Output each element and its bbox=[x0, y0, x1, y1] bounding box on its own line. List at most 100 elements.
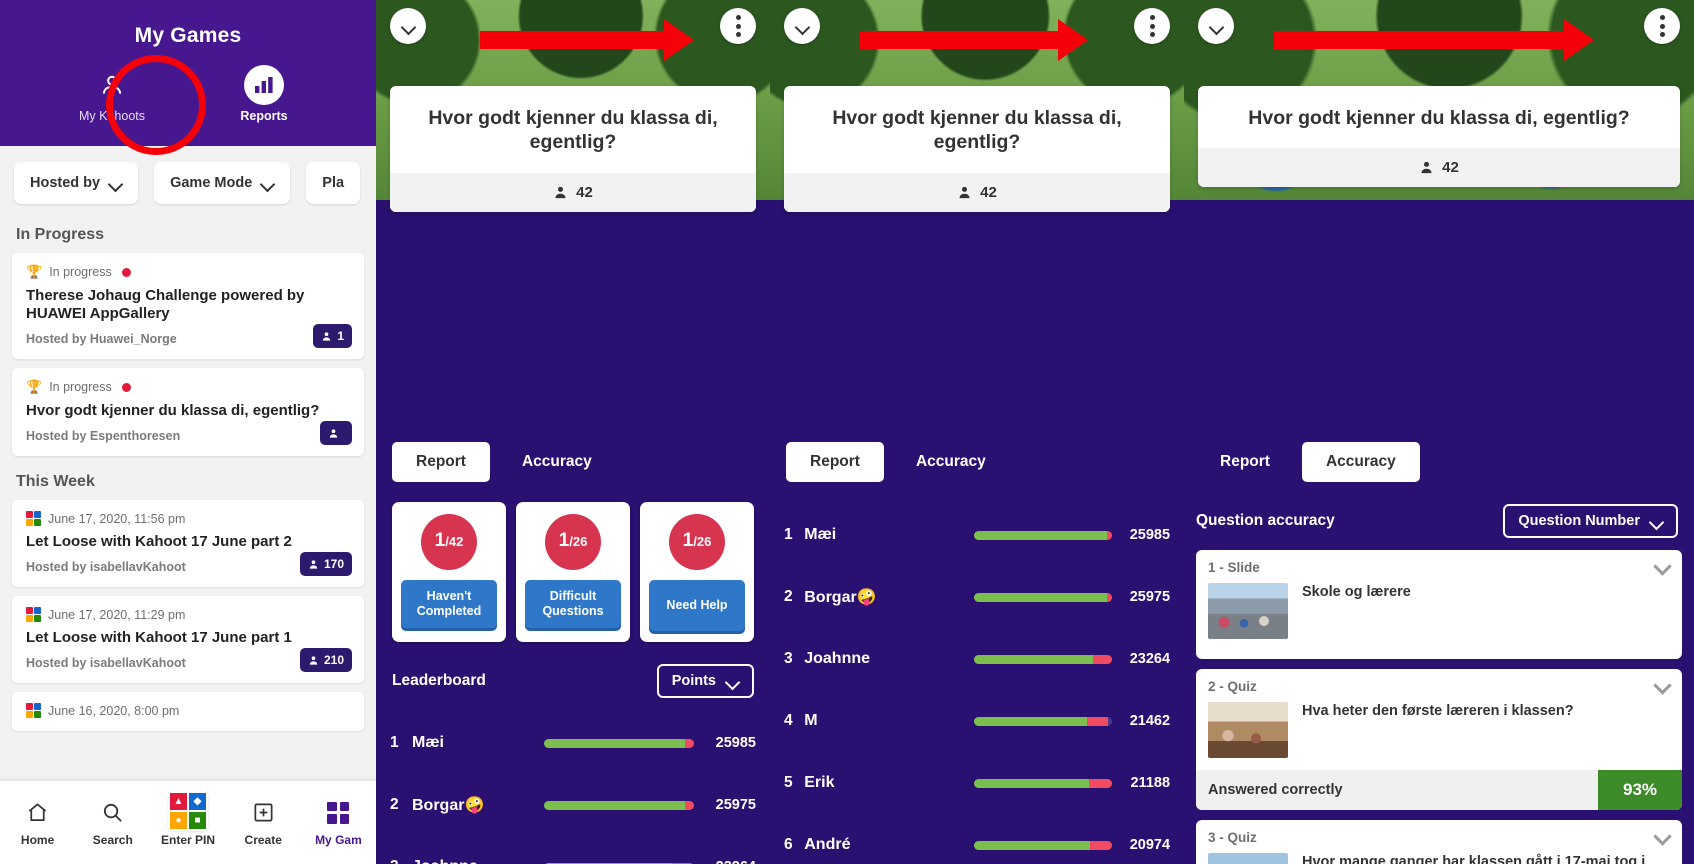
stat-card-difficult-questions[interactable]: 1/26 Difficult Questions bbox=[516, 502, 630, 642]
person-icon bbox=[959, 186, 970, 198]
kahoot-tiles-icon bbox=[26, 607, 41, 622]
tab-report[interactable]: Report bbox=[1200, 442, 1294, 482]
player-count: 170 bbox=[323, 557, 344, 571]
player-count: 1 bbox=[337, 329, 344, 343]
three-dots-icon bbox=[735, 15, 741, 37]
leaderboard-row[interactable]: 3Joahnne23264 bbox=[390, 836, 756, 864]
kahoot-title: Hvor godt kjenner du klassa di, egentlig… bbox=[428, 107, 718, 154]
leaderboard-player-name: Erik bbox=[804, 774, 835, 791]
leaderboard-score: 20974 bbox=[1129, 837, 1171, 853]
list-item[interactable]: June 16, 2020, 8:00 pm bbox=[12, 692, 364, 731]
kahoot-title: Hvor godt kjenner du klassa di, egentlig… bbox=[1248, 107, 1630, 129]
nav-my-games[interactable]: My Gam bbox=[301, 799, 376, 847]
stat-card-havent-completed[interactable]: 1/42 Haven't Completed bbox=[392, 502, 506, 642]
question-accuracy-list: 1 - Slide Skole og lærere 2 - Quiz Hva hete… bbox=[1184, 538, 1694, 864]
more-options-button[interactable] bbox=[720, 8, 756, 44]
report-panel-1: Hvor godt kjenner du klassa di, egentlig… bbox=[376, 0, 770, 864]
leaderboard-row[interactable]: 1 Mæi 25985 bbox=[390, 712, 756, 774]
filter-hosted-by[interactable]: Hosted by bbox=[14, 162, 139, 204]
question-accuracy-card[interactable]: 2 - Quiz Hva heter den første læreren i k… bbox=[1196, 669, 1682, 810]
stat-total: /42 bbox=[445, 534, 464, 549]
nav-search[interactable]: Search bbox=[75, 799, 150, 847]
kahoot-tiles-icon bbox=[26, 511, 41, 526]
section-heading-this-week: This Week bbox=[16, 473, 95, 490]
filter-label: Pla bbox=[322, 175, 345, 191]
players-count-row: 42 bbox=[390, 172, 756, 212]
leaderboard-rank: 1 bbox=[784, 526, 793, 543]
bottom-navigation: Home Search ▲ ◆ ● ■ Enter PIN Create My … bbox=[0, 780, 376, 864]
sidebar-item-reports[interactable]: Reports bbox=[214, 65, 314, 123]
chevron-down-icon bbox=[1650, 517, 1663, 525]
collapse-button[interactable] bbox=[1198, 8, 1234, 44]
list-item[interactable]: 🏆 In progress Therese Johaug Challenge p… bbox=[12, 253, 364, 359]
kahoot-title: Hvor godt kjenner du klassa di, egentlig… bbox=[832, 107, 1122, 154]
leaderboard-row[interactable]: 3Joahnne23264 bbox=[784, 628, 1170, 690]
annotation-arrow bbox=[1274, 19, 1594, 61]
stat-total: /26 bbox=[693, 534, 712, 549]
stat-label-button[interactable]: Difficult Questions bbox=[525, 580, 621, 628]
nav-label: Home bbox=[20, 832, 55, 847]
collapse-button[interactable] bbox=[390, 8, 426, 44]
bar-correct-segment bbox=[974, 778, 1089, 788]
grid-icon bbox=[327, 799, 350, 827]
leaderboard-row[interactable]: 2 Borgar🤪 25975 bbox=[784, 566, 1170, 628]
tab-accuracy[interactable]: Accuracy bbox=[1301, 442, 1420, 482]
chevron-down-icon[interactable] bbox=[1656, 560, 1670, 569]
filter-players[interactable]: Pla bbox=[306, 162, 361, 204]
leaderboard-row[interactable]: 4 M 21462 bbox=[784, 690, 1170, 752]
player-count-badge: 170 bbox=[299, 552, 352, 576]
stat-label-button[interactable]: Need Help bbox=[649, 580, 745, 631]
list-item[interactable]: June 17, 2020, 11:29 pm Let Loose with K… bbox=[12, 596, 364, 683]
player-count: 210 bbox=[323, 653, 344, 667]
tab-report[interactable]: Report bbox=[392, 442, 490, 482]
sort-label: Points bbox=[671, 673, 716, 689]
chevron-down-icon[interactable] bbox=[1656, 830, 1670, 839]
question-thumbnail bbox=[1208, 583, 1288, 639]
question-accuracy-card[interactable]: 3 - Quiz Hvor mange ganger har klassen gå… bbox=[1196, 820, 1682, 864]
more-options-button[interactable] bbox=[1134, 8, 1170, 44]
leaderboard-row[interactable]: 5 Erik 21188 bbox=[784, 752, 1170, 814]
nav-home[interactable]: Home bbox=[0, 799, 75, 847]
player-count-badge bbox=[320, 421, 352, 445]
stat-cards: 1/42 Haven't Completed 1/26 Difficult Qu… bbox=[376, 482, 770, 642]
status-text: June 17, 2020, 11:29 pm bbox=[48, 607, 186, 622]
leaderboard-title: Leaderboard bbox=[392, 672, 486, 689]
question-kind: 3 - Quiz bbox=[1208, 830, 1257, 845]
nav-enter-pin[interactable]: ▲ ◆ ● ■ Enter PIN bbox=[150, 792, 225, 847]
stat-label-button[interactable]: Haven't Completed bbox=[401, 580, 497, 628]
nav-label: Search bbox=[92, 832, 133, 847]
status-text: June 17, 2020, 11:56 pm bbox=[48, 511, 186, 526]
leaderboard-row[interactable]: 2 Borgar🤪 25975 bbox=[390, 774, 756, 836]
question-sort-select[interactable]: Question Number bbox=[1503, 504, 1678, 538]
players-count-row: 42 bbox=[784, 172, 1170, 212]
bar-incorrect-segment bbox=[685, 800, 694, 810]
leaderboard-rank: 2 bbox=[784, 588, 793, 605]
chevron-down-icon[interactable] bbox=[1656, 679, 1670, 688]
sort-label: Question Number bbox=[1518, 513, 1640, 529]
leaderboard-row[interactable]: 6 André 20974 bbox=[784, 814, 1170, 864]
game-title: Let Loose with Kahoot 17 June part 2 bbox=[26, 533, 292, 550]
more-options-button[interactable] bbox=[1644, 8, 1680, 44]
game-title: Therese Johaug Challenge powered by HUAW… bbox=[26, 287, 305, 322]
question-accuracy-card[interactable]: 1 - Slide Skole og lærere bbox=[1196, 550, 1682, 659]
annotation-arrow bbox=[480, 19, 694, 61]
game-status: June 17, 2020, 11:56 pm bbox=[26, 511, 350, 526]
bar-incorrect-segment bbox=[1106, 530, 1113, 540]
collapse-button[interactable] bbox=[784, 8, 820, 44]
bar-incorrect-segment bbox=[1090, 840, 1113, 850]
tab-report[interactable]: Report bbox=[786, 442, 884, 482]
leaderboard-accuracy-bar bbox=[974, 716, 1113, 726]
tab-accuracy[interactable]: Accuracy bbox=[498, 442, 616, 482]
stat-card-need-help[interactable]: 1/26 Need Help bbox=[640, 502, 754, 642]
leaderboard-row[interactable]: 1 Mæi 25985 bbox=[784, 504, 1170, 566]
sidebar-item-my-kahoots[interactable]: My Kahoots bbox=[62, 68, 162, 123]
filter-game-mode[interactable]: Game Mode bbox=[154, 162, 291, 204]
tab-accuracy[interactable]: Accuracy bbox=[892, 442, 1010, 482]
nav-create[interactable]: Create bbox=[226, 799, 301, 847]
list-item[interactable]: 🏆 In progress Hvor godt kjenner du klass… bbox=[12, 368, 364, 456]
player-count-badge: 210 bbox=[299, 648, 352, 672]
leaderboard-score: 21462 bbox=[1129, 713, 1171, 729]
list-item[interactable]: June 17, 2020, 11:56 pm Let Loose with K… bbox=[12, 500, 364, 587]
section-heading-in-progress: In Progress bbox=[16, 226, 105, 243]
leaderboard-sort-select[interactable]: Points bbox=[656, 664, 754, 698]
